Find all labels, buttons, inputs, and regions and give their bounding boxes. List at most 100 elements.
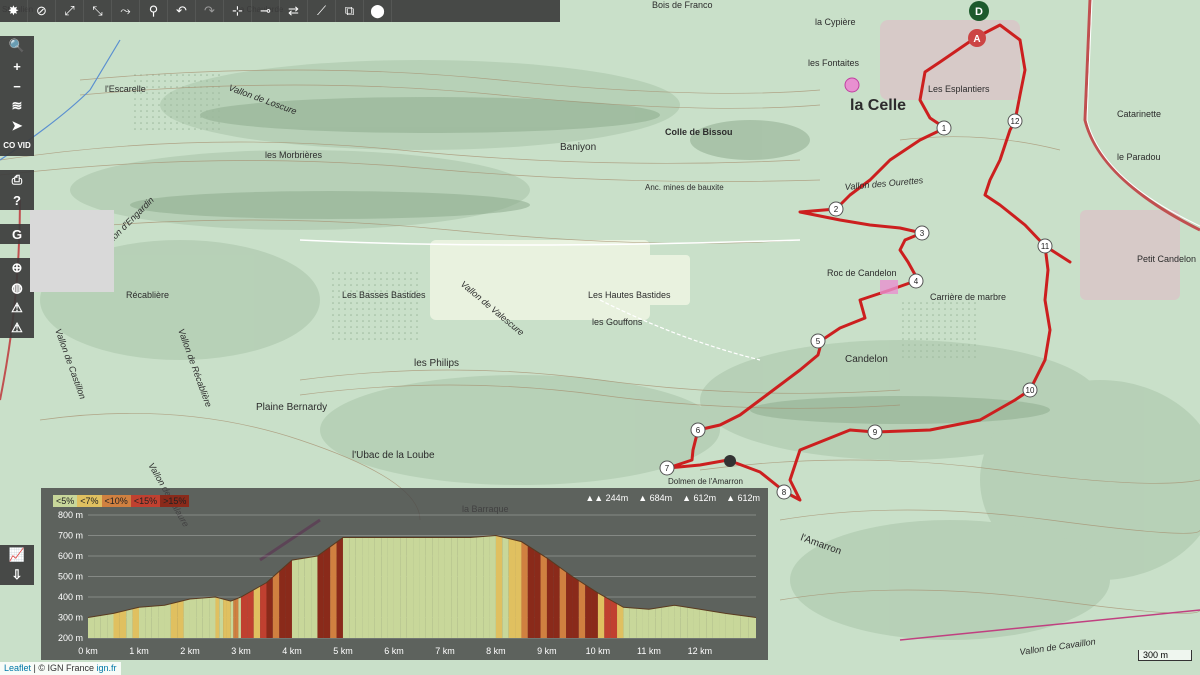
waypoint-3[interactable]: 3 — [914, 225, 930, 241]
start-marker[interactable]: A — [968, 29, 986, 47]
svg-text:8: 8 — [782, 488, 787, 497]
waypoint-4[interactable]: 4 — [908, 273, 924, 289]
duplicate-button[interactable]: ⧉ — [336, 0, 364, 22]
profile-segment — [238, 597, 241, 638]
covid-button[interactable]: CO VID — [0, 136, 34, 156]
map-label: Roc de Candelon — [827, 268, 897, 278]
profile-segment — [323, 546, 331, 638]
profile-segment — [610, 600, 618, 638]
waypoint-12[interactable]: 12 — [1007, 113, 1023, 129]
profile-segment — [336, 537, 343, 638]
logo-button[interactable]: ✸ — [0, 0, 28, 22]
attribution: Leaflet | © IGN France ign.fr — [0, 662, 121, 675]
profile-segment — [219, 598, 224, 638]
route-bike-button[interactable]: ⚲ — [140, 0, 168, 22]
profile-segment — [406, 537, 414, 638]
map-label: Les Basses Bastides — [342, 290, 426, 300]
profile-segment — [419, 537, 426, 638]
profile-segment — [183, 599, 190, 638]
marker-button[interactable]: ⬤ — [364, 0, 392, 22]
hide-button[interactable]: ⊘ — [28, 0, 56, 22]
zoom-out-button[interactable]: − — [0, 76, 34, 96]
zoom-in-button[interactable]: + — [0, 56, 34, 76]
profile-chart-icon[interactable]: 📈 — [0, 545, 34, 565]
route-freehand-button[interactable]: ⤢ — [56, 0, 84, 22]
leaflet-link[interactable]: Leaflet — [4, 663, 31, 673]
profile-segment — [489, 535, 496, 638]
x-tick-label: 9 km — [537, 646, 557, 656]
profile-segment — [145, 606, 152, 638]
profile-segment — [223, 599, 227, 638]
waypoint-5[interactable]: 5 — [810, 333, 826, 349]
end-marker[interactable]: D — [969, 1, 989, 21]
x-tick-label: 10 km — [586, 646, 611, 656]
slope-legend-item: <5% — [53, 495, 78, 507]
waypoint-1[interactable]: 1 — [936, 120, 952, 136]
profile-segment — [642, 608, 649, 638]
download-icon[interactable]: ⇩ — [0, 565, 34, 585]
x-tick-label: 7 km — [435, 646, 455, 656]
waypoint-2[interactable]: 2 — [828, 201, 844, 217]
warning-icon[interactable]: ⚠ — [0, 318, 34, 338]
waypoint-11[interactable]: 11 — [1037, 238, 1053, 254]
locate-icon[interactable]: ➤ — [0, 116, 34, 136]
y-tick-label: 800 m — [58, 510, 83, 520]
profile-segment — [272, 571, 280, 638]
waypoint-9[interactable]: 9 — [867, 424, 883, 440]
redo-button[interactable]: ↷ — [196, 0, 224, 22]
route-walk-button[interactable]: ⤳ — [112, 0, 140, 22]
move-point-button[interactable]: ⊹ — [224, 0, 252, 22]
mountain-icon: ▲ — [726, 493, 738, 503]
y-tick-label: 300 m — [58, 613, 83, 623]
ign-link[interactable]: ign.fr — [97, 663, 117, 673]
waypoint-7[interactable]: 7 — [659, 460, 675, 476]
hiker-icon[interactable]: ⚠ — [0, 298, 34, 318]
max-value: ▲ 684m — [638, 493, 673, 503]
profile-segment — [400, 537, 407, 638]
print-icon[interactable]: ⎙ — [0, 170, 34, 190]
elevation-chart[interactable]: 200 m 300 m 400 m 500 m 600 m 700 m 800 m 0 km 1… — [41, 488, 768, 660]
help-icon[interactable]: ? — [0, 190, 34, 210]
side-group-2: ⎙? — [0, 170, 34, 210]
waypoint-8[interactable]: 8 — [776, 484, 792, 500]
profile-segment — [540, 553, 547, 638]
map-label: Petit Candelon — [1137, 254, 1196, 264]
profile-segment — [158, 605, 165, 638]
route-auto-button[interactable]: ⤡ — [84, 0, 112, 22]
slope-legend-item: >15% — [160, 495, 190, 507]
slope-legend-item: <7% — [77, 495, 102, 507]
globe-icon[interactable]: ◍ — [0, 278, 34, 298]
profile-segment — [196, 598, 203, 638]
y-tick-label: 600 m — [58, 551, 83, 561]
waypoint-6[interactable]: 6 — [690, 422, 706, 438]
map-label: les Fontaites — [808, 58, 860, 68]
elevation-profile[interactable]: <5% <7% <10% <15% >15% ▲▲ 244m ▲ 684m ▲ 612m… — [41, 488, 768, 660]
svg-text:10: 10 — [1026, 386, 1035, 395]
map-label: le Paradou — [1117, 152, 1161, 162]
profile-segment — [164, 603, 171, 638]
profile-segment — [291, 559, 299, 638]
slope-legend: <5% <7% <10% <15% >15% — [53, 495, 190, 507]
reverse-button[interactable]: ⇄ — [280, 0, 308, 22]
profile-segment — [534, 549, 541, 638]
layers-icon[interactable]: ≋ — [0, 96, 34, 116]
measure-button[interactable]: ⟋ — [308, 0, 336, 22]
undo-button[interactable]: ↶ — [168, 0, 196, 22]
split-button[interactable]: ⊸ — [252, 0, 280, 22]
profile-segment — [285, 560, 292, 638]
svg-text:2: 2 — [834, 205, 839, 214]
map-label: les Philips — [414, 358, 459, 369]
profile-segment — [553, 562, 560, 638]
profile-segment — [387, 537, 394, 638]
profile-segment — [304, 557, 312, 638]
google-icon[interactable]: G — [0, 224, 34, 244]
profile-segment — [311, 556, 318, 638]
crosshair-icon[interactable]: ⊕ — [0, 258, 34, 278]
profile-segment — [457, 537, 465, 638]
search-icon[interactable]: 🔍 — [0, 36, 34, 56]
profile-segment — [393, 537, 401, 638]
profile-segment — [126, 608, 133, 638]
top-toolbar: ✸ ⊘ ⤢ ⤡ ⤳ ⚲ ↶ ↷ ⊹ ⊸ ⇄ ⟋ ⧉ ⬤ — [0, 0, 560, 22]
waypoint-10[interactable]: 10 — [1022, 382, 1038, 398]
profile-segment — [113, 611, 120, 638]
